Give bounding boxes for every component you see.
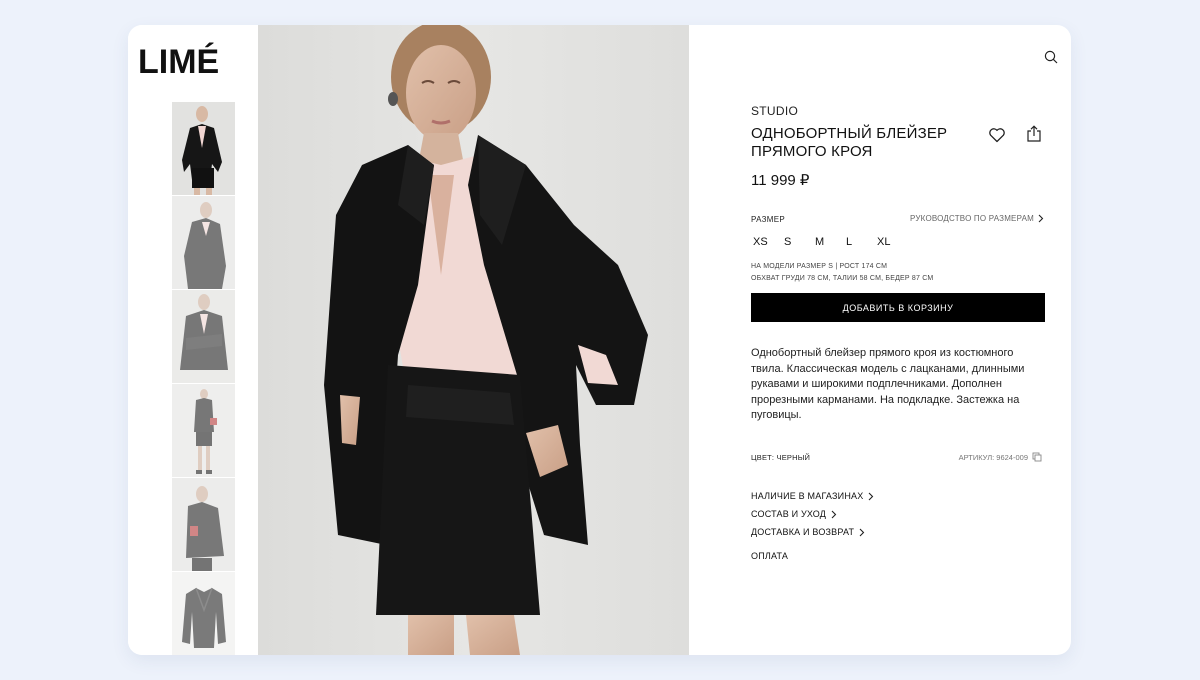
size-option-l[interactable]: L: [846, 236, 877, 248]
color-label: ЦВЕТ: ЧЕРНЫЙ: [751, 453, 811, 462]
availability-label: НАЛИЧИЕ В МАГАЗИНАХ: [751, 491, 864, 501]
size-guide-label: РУКОВОДСТВО ПО РАЗМЕРАМ: [910, 214, 1034, 223]
size-option-xl[interactable]: XL: [877, 236, 908, 248]
product-price: 11 999 ₽: [751, 172, 810, 189]
gallery-rail: LIMÉ: [128, 25, 258, 655]
model-measurements: НА МОДЕЛИ РАЗМЕР S | РОСТ 174 СМ ОБХВАТ …: [751, 261, 933, 285]
copy-icon[interactable]: [1032, 452, 1042, 462]
payment-link[interactable]: ОПЛАТА: [751, 547, 874, 565]
heart-icon[interactable]: [988, 126, 1006, 144]
composition-link[interactable]: СОСТАВ И УХОД: [751, 505, 874, 523]
gallery-thumbnail[interactable]: [172, 102, 235, 195]
main-product-image[interactable]: [258, 25, 689, 655]
size-option-s[interactable]: S: [784, 236, 815, 248]
chevron-right-icon: [869, 492, 874, 500]
chevron-right-icon: [859, 528, 865, 536]
product-info-panel: STUDIO ОДНОБОРТНЫЙ БЛЕЙЗЕР ПРЯМОГО КРОЯ …: [689, 25, 1071, 655]
sku-field: АРТИКУЛ: 9624-009: [959, 452, 1042, 462]
info-links: НАЛИЧИЕ В МАГАЗИНАХ СОСТАВ И УХОД ДОСТАВ…: [751, 487, 874, 565]
model-info-line: ОБХВАТ ГРУДИ 78 СМ, ТАЛИИ 58 СМ, БЕДЕР 8…: [751, 275, 934, 282]
model-info-line: НА МОДЕЛИ РАЗМЕР S | РОСТ 174 СМ: [751, 263, 888, 270]
delivery-link[interactable]: ДОСТАВКА И ВОЗВРАТ: [751, 523, 874, 541]
product-collection: STUDIO: [751, 104, 799, 118]
size-selector: XS S M L XL: [753, 236, 908, 248]
payment-label: ОПЛАТА: [751, 551, 789, 561]
chevron-right-icon: [1038, 214, 1044, 223]
chevron-right-icon: [831, 510, 837, 518]
availability-link[interactable]: НАЛИЧИЕ В МАГАЗИНАХ: [751, 487, 874, 505]
share-icon[interactable]: [1026, 125, 1042, 143]
size-guide-link[interactable]: РУКОВОДСТВО ПО РАЗМЕРАМ: [910, 214, 1044, 223]
product-description: Однобортный блейзер прямого кроя из кост…: [751, 347, 1025, 421]
add-to-cart-button[interactable]: ДОБАВИТЬ В КОРЗИНУ: [751, 293, 1045, 322]
gallery-thumbnail[interactable]: [172, 478, 235, 571]
size-label: РАЗМЕР: [751, 215, 786, 224]
size-option-m[interactable]: M: [815, 236, 846, 248]
size-option-xs[interactable]: XS: [753, 236, 784, 248]
gallery-thumbnail[interactable]: [172, 290, 235, 383]
gallery-thumbnail[interactable]: [172, 196, 235, 289]
delivery-label: ДОСТАВКА И ВОЗВРАТ: [751, 527, 855, 537]
gallery-thumbnail[interactable]: [172, 572, 235, 655]
sku-label: АРТИКУЛ: 9624-009: [958, 452, 1028, 462]
gallery-thumbnail[interactable]: [172, 384, 235, 477]
brand-logo[interactable]: LIMÉ: [138, 42, 238, 82]
composition-label: СОСТАВ И УХОД: [751, 509, 827, 519]
product-page: LIMÉ STUDIO ОДНОБОРТНЫЙ БЛЕЙЗЕР ПРЯМОГО …: [128, 25, 1071, 655]
thumbnail-list: [172, 102, 235, 655]
search-icon[interactable]: [1043, 49, 1059, 65]
product-title: ОДНОБОРТНЫЙ БЛЕЙЗЕР ПРЯМОГО КРОЯ: [751, 125, 948, 160]
